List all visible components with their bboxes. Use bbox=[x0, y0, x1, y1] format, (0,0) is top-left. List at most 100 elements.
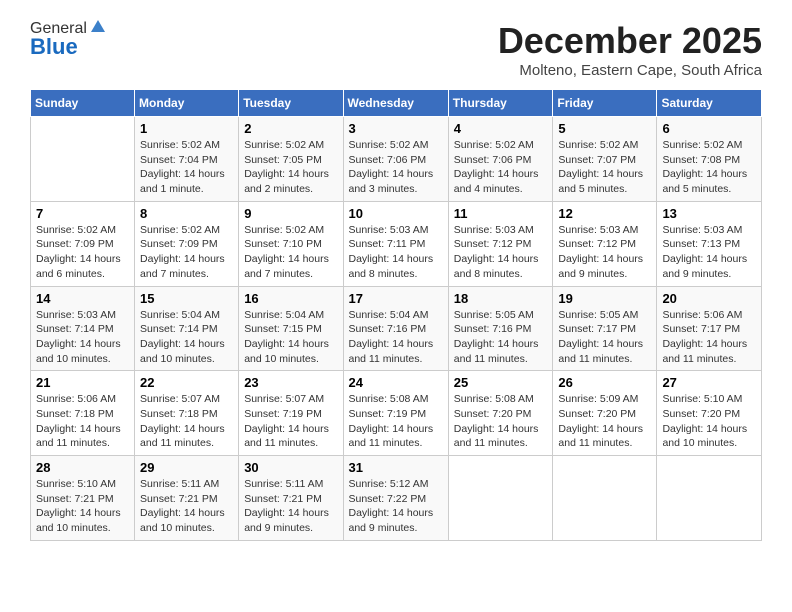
cell-info: Sunrise: 5:12 AMSunset: 7:22 PMDaylight:… bbox=[349, 478, 434, 534]
logo: General Blue bbox=[30, 20, 107, 60]
cell-info: Sunrise: 5:03 AMSunset: 7:14 PMDaylight:… bbox=[36, 309, 121, 365]
col-monday: Monday bbox=[135, 90, 239, 117]
calendar-cell: 10 Sunrise: 5:03 AMSunset: 7:11 PMDaylig… bbox=[343, 201, 448, 286]
day-number: 16 bbox=[244, 291, 337, 306]
calendar-cell bbox=[31, 117, 135, 202]
day-number: 2 bbox=[244, 121, 337, 136]
calendar-cell: 21 Sunrise: 5:06 AMSunset: 7:18 PMDaylig… bbox=[31, 371, 135, 456]
col-friday: Friday bbox=[553, 90, 657, 117]
cell-info: Sunrise: 5:05 AMSunset: 7:16 PMDaylight:… bbox=[454, 309, 539, 365]
calendar-week-row: 21 Sunrise: 5:06 AMSunset: 7:18 PMDaylig… bbox=[31, 371, 762, 456]
calendar-cell: 5 Sunrise: 5:02 AMSunset: 7:07 PMDayligh… bbox=[553, 117, 657, 202]
location-subtitle: Molteno, Eastern Cape, South Africa bbox=[498, 62, 762, 79]
col-saturday: Saturday bbox=[657, 90, 762, 117]
calendar-cell: 20 Sunrise: 5:06 AMSunset: 7:17 PMDaylig… bbox=[657, 286, 762, 371]
cell-info: Sunrise: 5:03 AMSunset: 7:11 PMDaylight:… bbox=[349, 224, 434, 280]
cell-info: Sunrise: 5:02 AMSunset: 7:07 PMDaylight:… bbox=[558, 139, 643, 195]
calendar-cell: 26 Sunrise: 5:09 AMSunset: 7:20 PMDaylig… bbox=[553, 371, 657, 456]
cell-info: Sunrise: 5:10 AMSunset: 7:20 PMDaylight:… bbox=[662, 393, 747, 449]
logo-blue-text: Blue bbox=[30, 34, 78, 60]
calendar-cell: 6 Sunrise: 5:02 AMSunset: 7:08 PMDayligh… bbox=[657, 117, 762, 202]
day-number: 12 bbox=[558, 206, 651, 221]
day-number: 4 bbox=[454, 121, 548, 136]
calendar-cell: 19 Sunrise: 5:05 AMSunset: 7:17 PMDaylig… bbox=[553, 286, 657, 371]
day-number: 26 bbox=[558, 375, 651, 390]
calendar-cell: 3 Sunrise: 5:02 AMSunset: 7:06 PMDayligh… bbox=[343, 117, 448, 202]
cell-info: Sunrise: 5:10 AMSunset: 7:21 PMDaylight:… bbox=[36, 478, 121, 534]
calendar-cell bbox=[448, 456, 553, 541]
calendar-cell: 17 Sunrise: 5:04 AMSunset: 7:16 PMDaylig… bbox=[343, 286, 448, 371]
day-number: 3 bbox=[349, 121, 443, 136]
calendar-table: Sunday Monday Tuesday Wednesday Thursday… bbox=[30, 89, 762, 541]
day-number: 15 bbox=[140, 291, 233, 306]
calendar-cell: 7 Sunrise: 5:02 AMSunset: 7:09 PMDayligh… bbox=[31, 201, 135, 286]
day-number: 10 bbox=[349, 206, 443, 221]
day-number: 18 bbox=[454, 291, 548, 306]
day-number: 1 bbox=[140, 121, 233, 136]
cell-info: Sunrise: 5:02 AMSunset: 7:06 PMDaylight:… bbox=[349, 139, 434, 195]
day-number: 21 bbox=[36, 375, 129, 390]
calendar-cell: 14 Sunrise: 5:03 AMSunset: 7:14 PMDaylig… bbox=[31, 286, 135, 371]
day-number: 19 bbox=[558, 291, 651, 306]
calendar-cell bbox=[553, 456, 657, 541]
page-header: General Blue December 2025 Molteno, East… bbox=[30, 20, 762, 79]
day-number: 22 bbox=[140, 375, 233, 390]
cell-info: Sunrise: 5:06 AMSunset: 7:17 PMDaylight:… bbox=[662, 309, 747, 365]
day-number: 24 bbox=[349, 375, 443, 390]
calendar-cell: 13 Sunrise: 5:03 AMSunset: 7:13 PMDaylig… bbox=[657, 201, 762, 286]
day-number: 8 bbox=[140, 206, 233, 221]
logo-icon bbox=[89, 18, 107, 36]
col-wednesday: Wednesday bbox=[343, 90, 448, 117]
day-number: 17 bbox=[349, 291, 443, 306]
cell-info: Sunrise: 5:02 AMSunset: 7:10 PMDaylight:… bbox=[244, 224, 329, 280]
cell-info: Sunrise: 5:04 AMSunset: 7:14 PMDaylight:… bbox=[140, 309, 225, 365]
calendar-header-row: Sunday Monday Tuesday Wednesday Thursday… bbox=[31, 90, 762, 117]
day-number: 6 bbox=[662, 121, 756, 136]
month-title: December 2025 bbox=[498, 20, 762, 62]
calendar-cell: 1 Sunrise: 5:02 AMSunset: 7:04 PMDayligh… bbox=[135, 117, 239, 202]
cell-info: Sunrise: 5:02 AMSunset: 7:09 PMDaylight:… bbox=[36, 224, 121, 280]
calendar-cell: 2 Sunrise: 5:02 AMSunset: 7:05 PMDayligh… bbox=[239, 117, 343, 202]
calendar-cell: 29 Sunrise: 5:11 AMSunset: 7:21 PMDaylig… bbox=[135, 456, 239, 541]
day-number: 9 bbox=[244, 206, 337, 221]
day-number: 5 bbox=[558, 121, 651, 136]
day-number: 30 bbox=[244, 460, 337, 475]
cell-info: Sunrise: 5:02 AMSunset: 7:04 PMDaylight:… bbox=[140, 139, 225, 195]
day-number: 31 bbox=[349, 460, 443, 475]
cell-info: Sunrise: 5:04 AMSunset: 7:16 PMDaylight:… bbox=[349, 309, 434, 365]
calendar-week-row: 7 Sunrise: 5:02 AMSunset: 7:09 PMDayligh… bbox=[31, 201, 762, 286]
cell-info: Sunrise: 5:02 AMSunset: 7:08 PMDaylight:… bbox=[662, 139, 747, 195]
day-number: 25 bbox=[454, 375, 548, 390]
day-number: 20 bbox=[662, 291, 756, 306]
col-thursday: Thursday bbox=[448, 90, 553, 117]
calendar-cell: 15 Sunrise: 5:04 AMSunset: 7:14 PMDaylig… bbox=[135, 286, 239, 371]
cell-info: Sunrise: 5:07 AMSunset: 7:18 PMDaylight:… bbox=[140, 393, 225, 449]
cell-info: Sunrise: 5:03 AMSunset: 7:12 PMDaylight:… bbox=[454, 224, 539, 280]
day-number: 11 bbox=[454, 206, 548, 221]
cell-info: Sunrise: 5:05 AMSunset: 7:17 PMDaylight:… bbox=[558, 309, 643, 365]
calendar-cell bbox=[657, 456, 762, 541]
calendar-cell: 30 Sunrise: 5:11 AMSunset: 7:21 PMDaylig… bbox=[239, 456, 343, 541]
cell-info: Sunrise: 5:11 AMSunset: 7:21 PMDaylight:… bbox=[244, 478, 329, 534]
day-number: 27 bbox=[662, 375, 756, 390]
cell-info: Sunrise: 5:02 AMSunset: 7:09 PMDaylight:… bbox=[140, 224, 225, 280]
calendar-cell: 22 Sunrise: 5:07 AMSunset: 7:18 PMDaylig… bbox=[135, 371, 239, 456]
cell-info: Sunrise: 5:11 AMSunset: 7:21 PMDaylight:… bbox=[140, 478, 225, 534]
day-number: 29 bbox=[140, 460, 233, 475]
calendar-week-row: 14 Sunrise: 5:03 AMSunset: 7:14 PMDaylig… bbox=[31, 286, 762, 371]
col-tuesday: Tuesday bbox=[239, 90, 343, 117]
calendar-cell: 23 Sunrise: 5:07 AMSunset: 7:19 PMDaylig… bbox=[239, 371, 343, 456]
cell-info: Sunrise: 5:02 AMSunset: 7:06 PMDaylight:… bbox=[454, 139, 539, 195]
cell-info: Sunrise: 5:02 AMSunset: 7:05 PMDaylight:… bbox=[244, 139, 329, 195]
calendar-cell: 27 Sunrise: 5:10 AMSunset: 7:20 PMDaylig… bbox=[657, 371, 762, 456]
day-number: 7 bbox=[36, 206, 129, 221]
cell-info: Sunrise: 5:09 AMSunset: 7:20 PMDaylight:… bbox=[558, 393, 643, 449]
cell-info: Sunrise: 5:04 AMSunset: 7:15 PMDaylight:… bbox=[244, 309, 329, 365]
col-sunday: Sunday bbox=[31, 90, 135, 117]
cell-info: Sunrise: 5:06 AMSunset: 7:18 PMDaylight:… bbox=[36, 393, 121, 449]
calendar-cell: 4 Sunrise: 5:02 AMSunset: 7:06 PMDayligh… bbox=[448, 117, 553, 202]
calendar-cell: 11 Sunrise: 5:03 AMSunset: 7:12 PMDaylig… bbox=[448, 201, 553, 286]
calendar-cell: 24 Sunrise: 5:08 AMSunset: 7:19 PMDaylig… bbox=[343, 371, 448, 456]
calendar-cell: 18 Sunrise: 5:05 AMSunset: 7:16 PMDaylig… bbox=[448, 286, 553, 371]
calendar-cell: 12 Sunrise: 5:03 AMSunset: 7:12 PMDaylig… bbox=[553, 201, 657, 286]
